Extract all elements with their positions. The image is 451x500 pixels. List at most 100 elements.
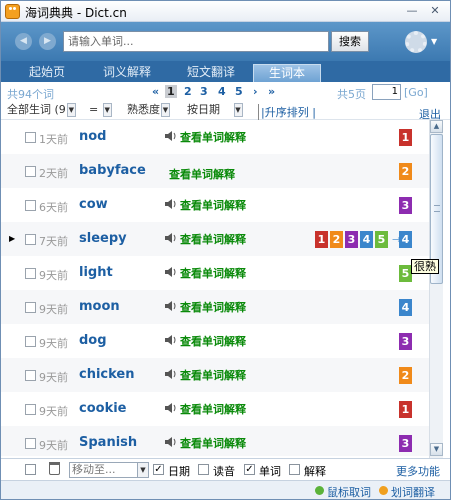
row-checkbox[interactable] <box>25 268 36 279</box>
word-link[interactable]: light <box>79 265 113 280</box>
select-all-checkbox[interactable] <box>25 464 36 475</box>
speaker-icon[interactable] <box>164 402 178 414</box>
gear-icon[interactable] <box>405 31 427 53</box>
list-scrollbar[interactable]: ▲ ▼ <box>429 120 443 458</box>
tab-definition[interactable]: 词义解释 <box>93 64 161 82</box>
go-button[interactable]: [Go] <box>404 86 428 99</box>
page-link-2[interactable]: 2 <box>184 85 192 98</box>
page-link-4[interactable]: 4 <box>218 85 226 98</box>
row-checkbox[interactable] <box>25 438 36 449</box>
word-link[interactable]: cookie <box>79 401 127 416</box>
rating-option-1[interactable]: 1 <box>315 231 328 248</box>
show-pron-checkbox[interactable] <box>198 464 209 475</box>
word-link[interactable]: nod <box>79 129 107 144</box>
view-definition-link[interactable]: 查看单词解释 <box>180 367 246 383</box>
list-item[interactable]: ▶ 7天前 sleepy 查看单词解释 1 2 3 4 5 → 4 <box>1 222 429 256</box>
view-definition-link[interactable]: 查看单词解释 <box>180 435 246 451</box>
tab-home[interactable]: 起始页 <box>13 64 81 82</box>
show-def-checkbox[interactable] <box>289 464 300 475</box>
speaker-icon[interactable] <box>164 198 178 210</box>
list-item[interactable]: 2天前 babyface 查看单词解释 2 <box>1 154 429 188</box>
sort-ascending-link[interactable]: |升序排列 | <box>258 104 316 120</box>
speaker-icon[interactable] <box>164 300 178 312</box>
view-definition-link[interactable]: 查看单词解释 <box>180 333 246 349</box>
view-definition-link[interactable]: 查看单词解释 <box>169 166 235 182</box>
scroll-down-icon[interactable]: ▼ <box>430 443 443 456</box>
speaker-icon[interactable] <box>164 232 178 244</box>
page-link-5[interactable]: 5 <box>235 85 243 98</box>
search-button[interactable]: 搜索 <box>331 31 369 52</box>
page-number-input[interactable]: 1 <box>372 84 401 100</box>
next-page-link[interactable]: › <box>253 85 258 98</box>
list-item[interactable]: 6天前 cow 查看单词解释 3 <box>1 188 429 222</box>
word-link[interactable]: moon <box>79 299 120 314</box>
row-checkbox[interactable] <box>25 234 36 245</box>
forward-icon[interactable]: ▶ <box>39 33 56 50</box>
word-link[interactable]: sleepy <box>79 231 127 246</box>
speaker-icon[interactable] <box>164 436 178 448</box>
view-definition-link[interactable]: 查看单词解释 <box>180 401 246 417</box>
show-word-checkbox[interactable]: ✓ <box>244 464 255 475</box>
list-item[interactable]: 9天前 cookie 查看单词解释 1 <box>1 392 429 426</box>
view-definition-link[interactable]: 查看单词解释 <box>180 299 246 315</box>
word-link[interactable]: dog <box>79 333 107 348</box>
word-link[interactable]: cow <box>79 197 108 212</box>
back-icon[interactable]: ◀ <box>15 33 32 50</box>
search-input[interactable]: 请输入单词... <box>63 31 329 52</box>
row-checkbox[interactable] <box>25 336 36 347</box>
tab-translation[interactable]: 短文翻译 <box>177 64 245 82</box>
added-date: 9天前 <box>39 439 68 452</box>
row-checkbox[interactable] <box>25 166 36 177</box>
category-value: 全部生词 (9 <box>7 103 66 116</box>
rating-option-4[interactable]: 4 <box>360 231 373 248</box>
view-definition-link[interactable]: 查看单词解释 <box>180 265 246 281</box>
total-pages: 共5页 <box>337 88 366 101</box>
row-checkbox[interactable] <box>25 404 36 415</box>
close-icon[interactable]: ✕ <box>428 4 442 18</box>
chevron-down-icon: ▼ <box>137 463 148 477</box>
familiarity-select[interactable]: 熟悉度 ▼ <box>127 103 170 119</box>
chevron-down-icon[interactable]: ▼ <box>431 37 437 46</box>
word-link[interactable]: babyface <box>79 163 146 178</box>
view-definition-link[interactable]: 查看单词解释 <box>180 231 246 247</box>
speaker-icon[interactable] <box>164 368 178 380</box>
row-checkbox[interactable] <box>25 302 36 313</box>
list-item[interactable]: 9天前 moon 查看单词解释 4 <box>1 290 429 324</box>
list-item[interactable]: 9天前 Spanish 查看单词解释 3 <box>1 426 429 456</box>
page-link-3[interactable]: 3 <box>200 85 208 98</box>
row-checkbox[interactable] <box>25 132 36 143</box>
list-item[interactable]: 9天前 chicken 查看单词解释 2 <box>1 358 429 392</box>
date-select[interactable]: 按日期 ▼ <box>187 103 243 119</box>
more-functions-link[interactable]: 更多功能 <box>396 463 440 479</box>
operator-select[interactable]: = ▼ <box>89 103 112 119</box>
word-count: 共94个词 <box>7 88 54 101</box>
list-item[interactable]: 1天前 nod 查看单词解释 1 <box>1 120 429 154</box>
select-translate-toggle[interactable]: 划词翻译 <box>391 484 435 500</box>
rating-option-3[interactable]: 3 <box>345 231 358 248</box>
rating-option-5[interactable]: 5 <box>375 231 388 248</box>
operator-value: = <box>89 103 99 116</box>
page-link-1[interactable]: 1 <box>165 85 177 98</box>
word-link[interactable]: Spanish <box>79 435 137 450</box>
tab-vocabulary[interactable]: 生词本 <box>253 64 321 82</box>
minimize-icon[interactable]: — <box>405 4 419 18</box>
row-checkbox[interactable] <box>25 200 36 211</box>
speaker-icon[interactable] <box>164 334 178 346</box>
view-definition-link[interactable]: 查看单词解释 <box>180 129 246 145</box>
scroll-up-icon[interactable]: ▲ <box>430 120 443 133</box>
trash-icon[interactable] <box>49 462 60 475</box>
list-item[interactable]: 9天前 light 查看单词解释 5 <box>1 256 429 290</box>
rating-option-2[interactable]: 2 <box>330 231 343 248</box>
last-page-link[interactable]: » <box>268 85 275 98</box>
first-page-link[interactable]: « <box>152 85 159 98</box>
show-date-checkbox[interactable]: ✓ <box>153 464 164 475</box>
mouse-capture-toggle[interactable]: 鼠标取词 <box>327 484 371 500</box>
row-checkbox[interactable] <box>25 370 36 381</box>
speaker-icon[interactable] <box>164 266 178 278</box>
speaker-icon[interactable] <box>164 130 178 142</box>
category-select[interactable]: 全部生词 (9 ▼ <box>7 103 76 119</box>
view-definition-link[interactable]: 查看单词解释 <box>180 197 246 213</box>
list-item[interactable]: 9天前 dog 查看单词解释 3 <box>1 324 429 358</box>
move-to-select[interactable]: 移动至... ▼ <box>69 462 149 478</box>
word-link[interactable]: chicken <box>79 367 135 382</box>
